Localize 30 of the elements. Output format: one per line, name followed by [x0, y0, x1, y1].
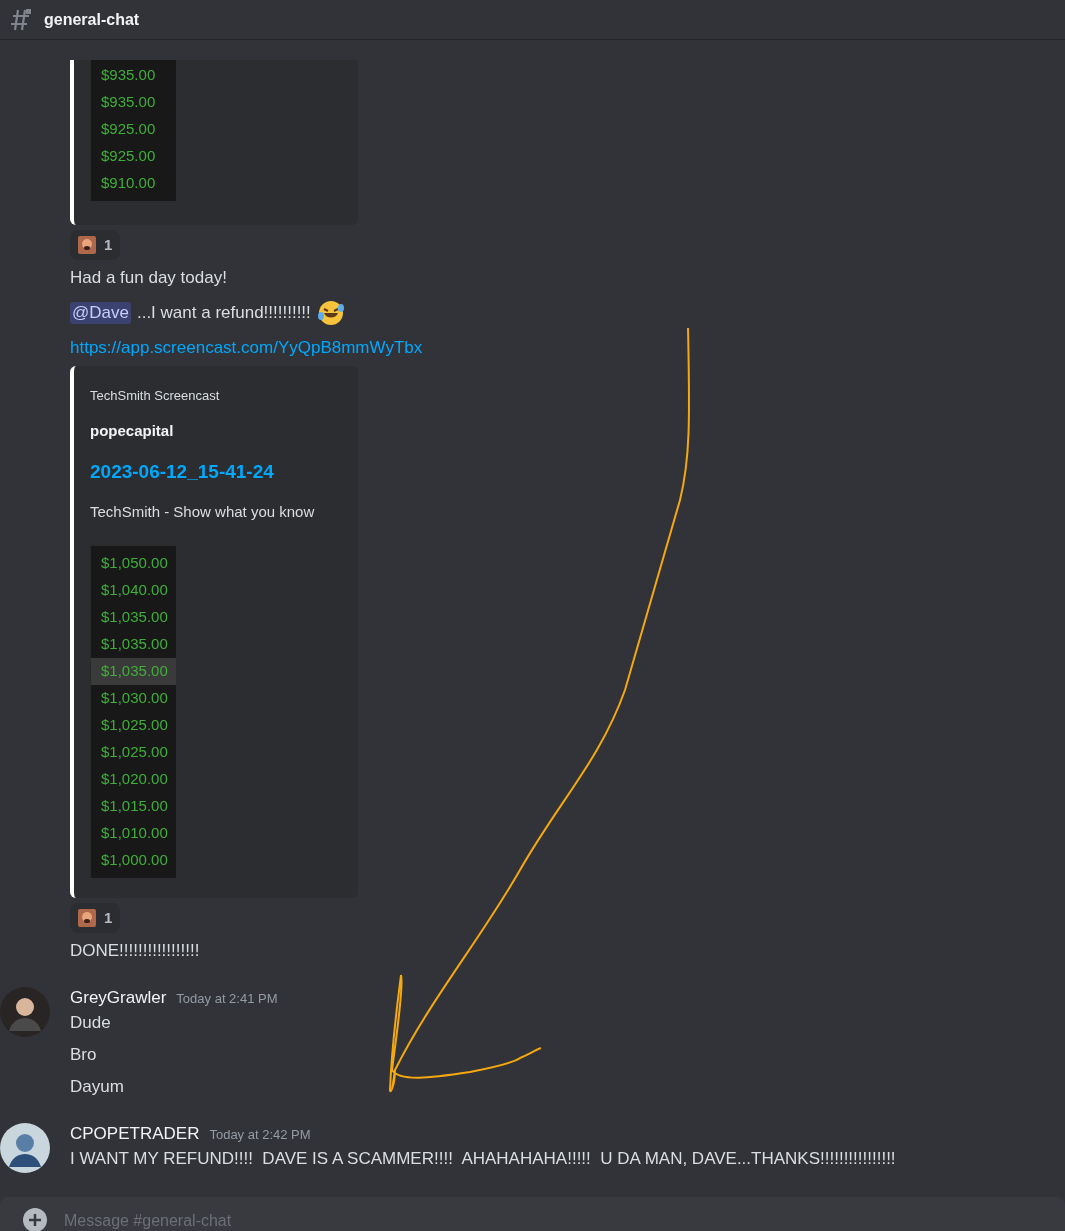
message-text: Dayum [70, 1076, 125, 1098]
message-text: Bro [70, 1044, 98, 1066]
channel-title: general-chat [44, 9, 140, 30]
reaction-emoji-icon [78, 909, 96, 927]
laughing-emoji-icon [316, 299, 345, 327]
message-text: Had a fun day today! [70, 267, 228, 289]
message-text: Dude [70, 1012, 112, 1034]
message-link[interactable]: https://app.screencast.com/YyQpB8mmWyTbx [70, 338, 423, 357]
message-text: DONE!!!!!!!!!!!!!!!!! [70, 940, 201, 962]
avatar[interactable] [0, 987, 50, 1037]
username[interactable]: CPOPETRADER [70, 1121, 200, 1147]
timestamp: Today at 2:41 PM [176, 990, 278, 1008]
price-value: $1,035.00 [91, 658, 176, 685]
message-input[interactable]: Message #general-chat [64, 1209, 564, 1231]
reaction-emoji-icon [78, 236, 96, 254]
username[interactable]: GreyGrawler [70, 985, 167, 1011]
embed-author[interactable]: popecapital [90, 419, 358, 442]
user-mention[interactable]: @Dave [70, 302, 131, 324]
reaction-button[interactable]: 1 [70, 903, 121, 933]
avatar[interactable] [0, 1123, 50, 1173]
timestamp: Today at 2:42 PM [209, 1126, 311, 1144]
channel-hash-icon [8, 7, 32, 32]
message-text: ...I want a refund!!!!!!!!!! [136, 302, 311, 324]
add-icon[interactable] [22, 1207, 48, 1231]
message-composer[interactable]: Message #general-chat [0, 1197, 1065, 1231]
embed-description: TechSmith - Show what you know [90, 501, 316, 522]
embed-provider: TechSmith Screencast [90, 387, 221, 405]
message-text: I WANT MY REFUND!!!! DAVE IS A SCAMMER!!!! AHAHAHAHA!!!!! U DA MAN, DAVE...THANKS!!!!!!!!!!!!!!!! [70, 1148, 897, 1170]
reaction-button[interactable]: 1 [70, 230, 121, 260]
embed-title[interactable]: 2023-06-12_15-41-24 [90, 458, 358, 487]
